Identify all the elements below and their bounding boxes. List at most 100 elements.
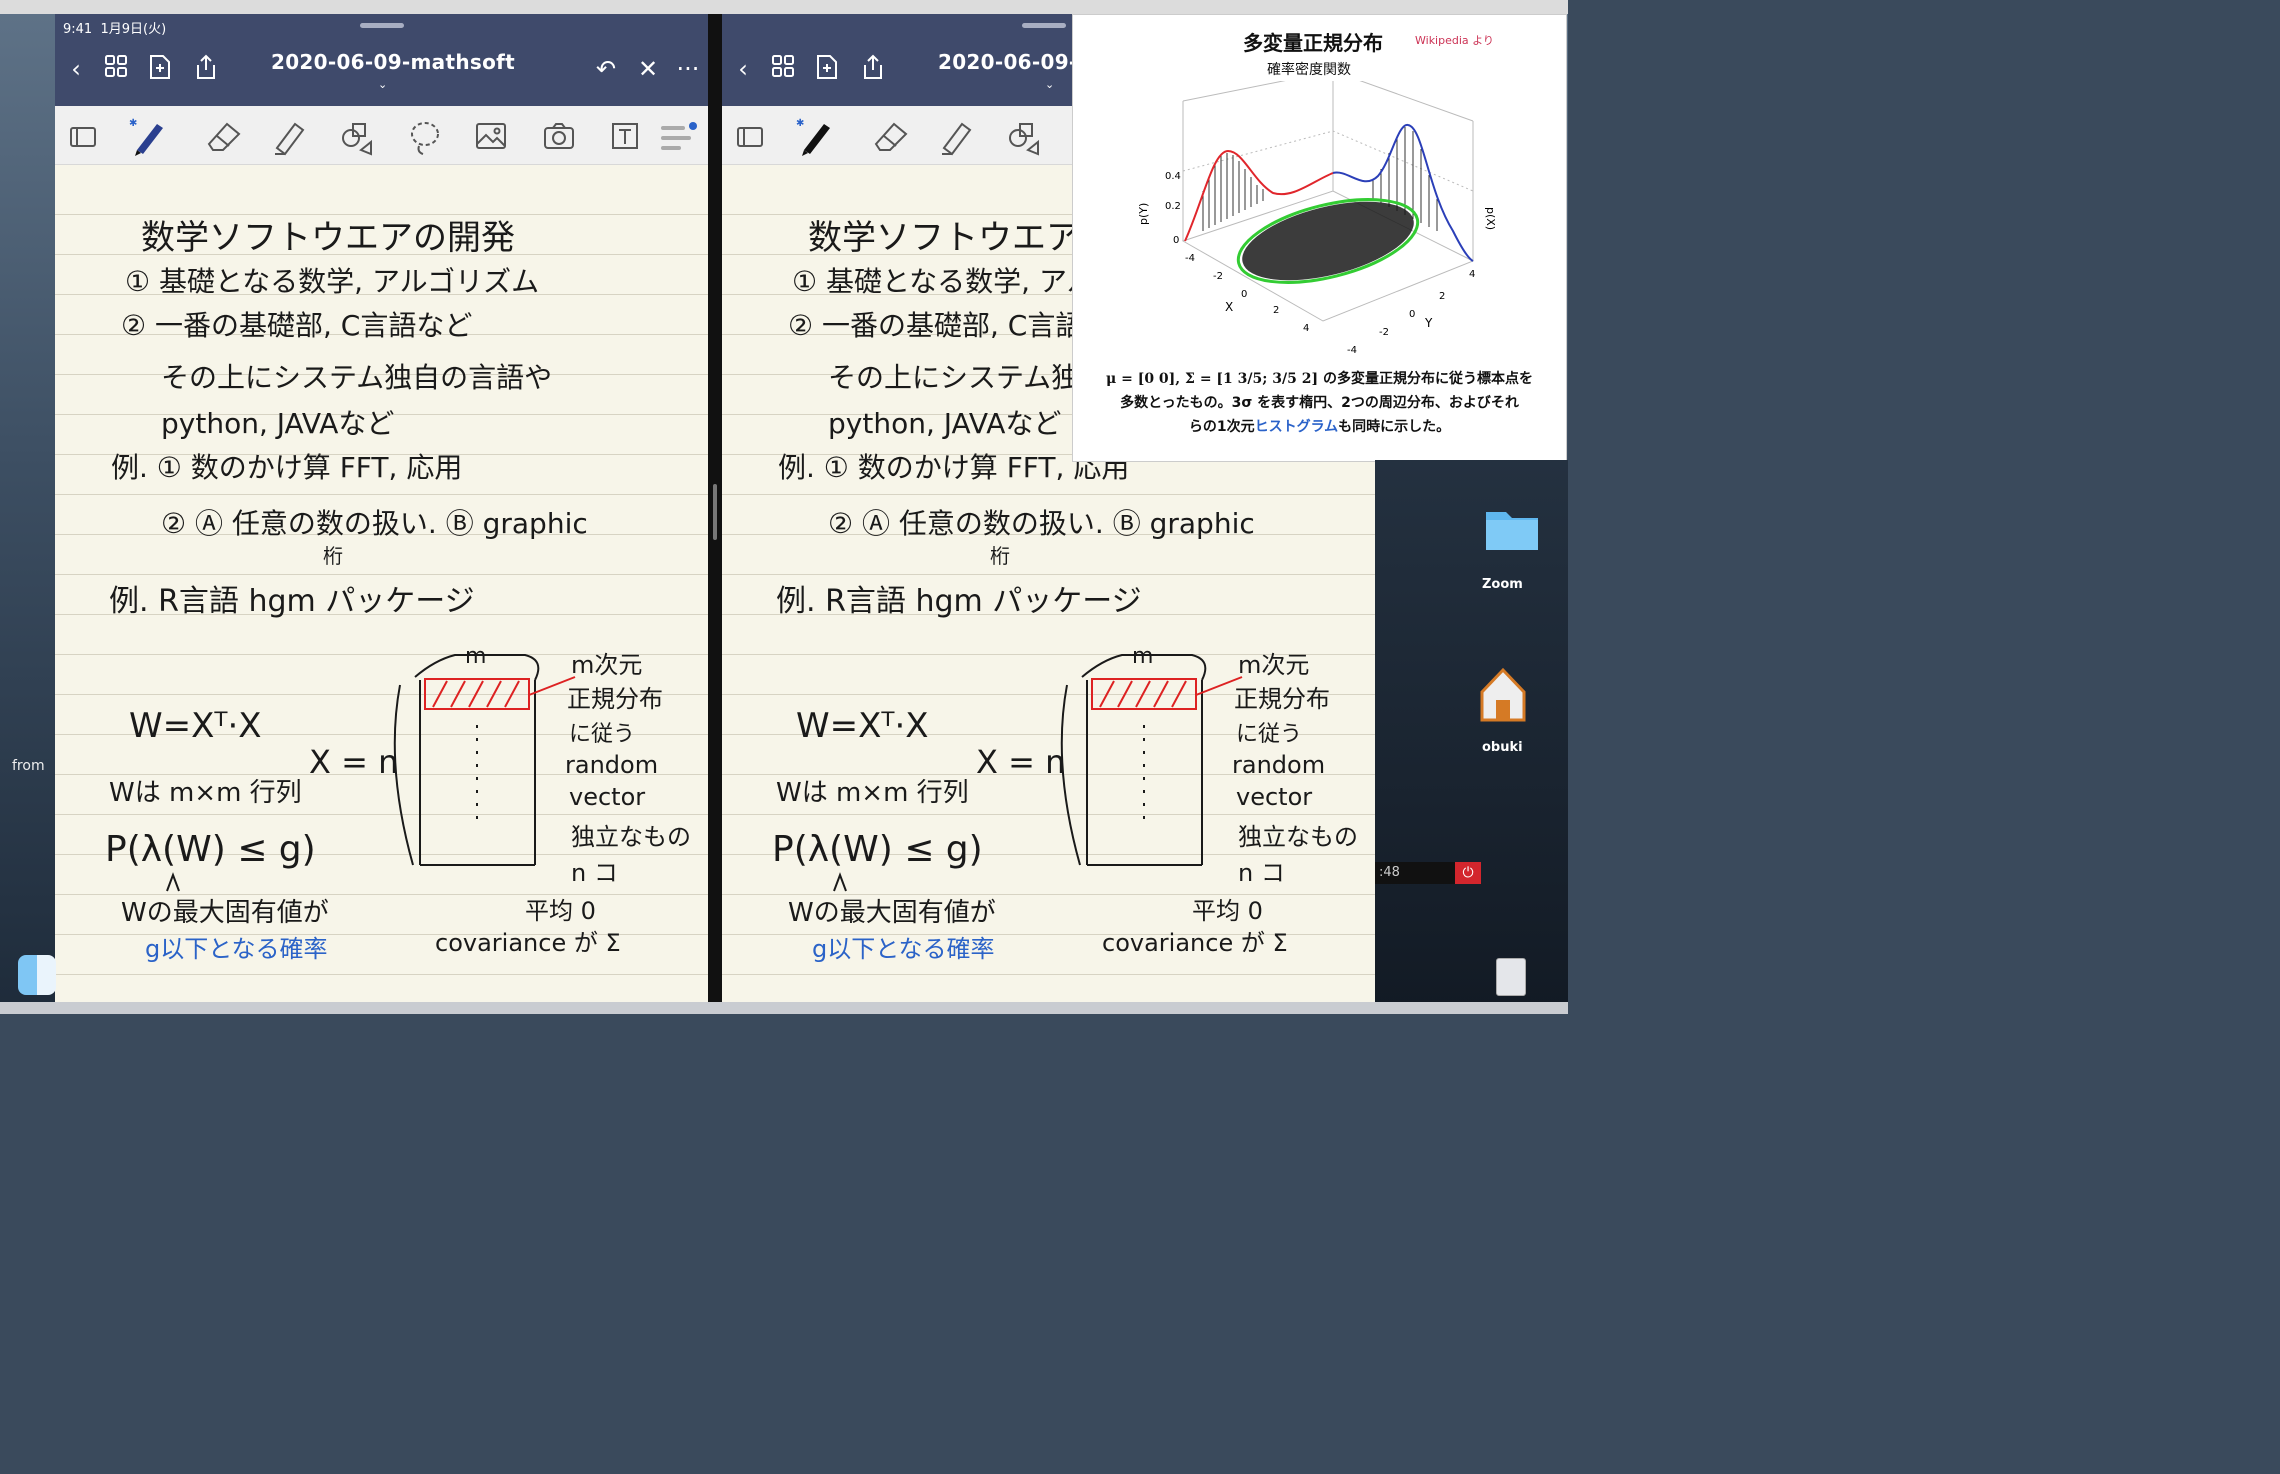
highlighter-icon[interactable] xyxy=(936,116,976,156)
read-mode-icon[interactable] xyxy=(63,116,103,156)
note-vector: vector xyxy=(1236,783,1312,811)
trash-icon[interactable] xyxy=(1496,958,1526,996)
eraser-icon[interactable] xyxy=(870,116,910,156)
x-tick-1: -2 xyxy=(1213,271,1223,282)
note-probability: P(λ(W) ≤ g) xyxy=(772,829,983,870)
figure-title: 多変量正規分布 xyxy=(1243,31,1383,55)
z-tick-0: 0.4 xyxy=(1165,171,1181,182)
histogram-x xyxy=(1202,153,1264,231)
figure-caption: μ = [0 0], Σ = [1 3/5; 3/5 2] の多変量正規分布に従… xyxy=(1083,367,1556,439)
share-icon[interactable] xyxy=(191,54,221,84)
multitask-grabber-right[interactable] xyxy=(1022,23,1066,28)
note-normal-dist: 正規分布 xyxy=(567,685,663,713)
lasso-icon[interactable] xyxy=(405,116,445,156)
note-covariance: covariance が Σ xyxy=(1102,929,1288,957)
histogram-link[interactable]: ヒストグラム xyxy=(1255,419,1339,435)
image-icon[interactable] xyxy=(471,116,511,156)
note-line-title: 数学ソフトウエアの開発 xyxy=(141,218,515,258)
back-icon[interactable]: ‹ xyxy=(728,54,758,84)
menu-bar xyxy=(0,0,1568,14)
apple-menu-icon[interactable] xyxy=(8,13,28,37)
y-tick-3: -2 xyxy=(1379,327,1389,338)
matrix-box xyxy=(419,680,536,866)
note-line-8: 例. R言語 hgm パッケージ xyxy=(776,584,1142,619)
note-line-6: ② Ⓐ 任意の数の扱い. Ⓑ graphic xyxy=(161,507,588,540)
document-title-right[interactable]: 2020-06-09- xyxy=(938,50,1078,74)
note-paper[interactable]: 数学ソフトウエアの開発 ① 基礎となる数学, アルゴリズム ② 一番の基礎部, … xyxy=(55,165,708,1002)
eigen-arrow xyxy=(166,872,180,892)
shapes-icon[interactable] xyxy=(337,116,377,156)
share-icon[interactable] xyxy=(858,54,888,84)
note-independent: 独立なもの xyxy=(1238,823,1358,851)
camera-icon[interactable] xyxy=(539,116,579,156)
add-page-icon[interactable] xyxy=(145,54,175,84)
y-tick-2: 0 xyxy=(1409,309,1415,320)
clock-widget: :48 xyxy=(1375,862,1455,884)
grid-view-icon[interactable] xyxy=(101,54,131,84)
caption-formula: μ = [0 0], Σ = [1 3/5; 3/5 2] xyxy=(1105,371,1319,387)
caption-line-3b: も同時に示した。 xyxy=(1338,419,1451,435)
undo-icon[interactable]: ↶ xyxy=(591,54,621,84)
svg-text:✱: ✱ xyxy=(796,118,804,129)
home-folder-icon[interactable] xyxy=(1478,664,1528,724)
back-icon[interactable]: ‹ xyxy=(61,54,91,84)
shapes-icon[interactable] xyxy=(1004,116,1044,156)
row-hatch xyxy=(432,680,520,708)
dock-label-obuki[interactable]: obuki xyxy=(1482,740,1523,755)
y-tick-0: 4 xyxy=(1469,269,1475,280)
y-tick-1: 2 xyxy=(1439,291,1445,302)
dock-label-zoom[interactable]: Zoom xyxy=(1482,577,1523,592)
title-chevron-icon[interactable]: ⌄ xyxy=(378,78,387,91)
status-time-date: 9:41 1月9日(火) xyxy=(63,18,166,37)
matrix-box xyxy=(1086,680,1203,866)
note-follows: に従う xyxy=(1236,722,1302,747)
status-bar: 9:41 1月9日(火) xyxy=(55,14,708,40)
notes-pane-left: 9:41 1月9日(火) ‹ 2020-06-09-mathsoft ⌄ ↶ ✕… xyxy=(55,14,708,1002)
z-tick-2: 0 xyxy=(1173,235,1179,246)
note-line-w-matrix: Wは m×m 行列 xyxy=(776,778,969,808)
figure-source[interactable]: Wikipedia より xyxy=(1415,32,1494,48)
power-icon[interactable]: ⏻ xyxy=(1455,862,1481,884)
grid-view-icon[interactable] xyxy=(768,54,798,84)
note-equation-w: W=Xᵀ·X xyxy=(129,706,262,746)
caption-line-3a: らの1次元 xyxy=(1188,419,1255,435)
wikipedia-figure-panel: 多変量正規分布 Wikipedia より 確率密度関数 p(Y) p(X) 0.… xyxy=(1072,14,1567,462)
drawing-toolbar: ✱ xyxy=(55,106,708,165)
note-random: random xyxy=(1232,751,1325,779)
pen-icon[interactable]: ✱ xyxy=(127,116,167,156)
more-icon[interactable]: ··· xyxy=(673,54,703,84)
document-title[interactable]: 2020-06-09-mathsoft xyxy=(271,50,515,74)
note-line-2: ② 一番の基礎部, C言語など xyxy=(121,309,472,342)
x-tick-2: 0 xyxy=(1241,289,1247,300)
add-page-icon[interactable] xyxy=(812,54,842,84)
multitask-grabber[interactable] xyxy=(360,23,404,28)
note-line-4: python, JAVAなど xyxy=(161,407,394,440)
eigen-arrow xyxy=(833,872,847,892)
note-matrix-m: m xyxy=(465,644,486,669)
text-box-icon[interactable] xyxy=(605,116,645,156)
svg-text:✱: ✱ xyxy=(129,118,137,129)
note-equation-w: W=Xᵀ·X xyxy=(796,706,929,746)
toolbar-more-icon[interactable] xyxy=(657,116,697,156)
note-max-eigen: Wの最大固有値が xyxy=(121,898,329,928)
note-line-5: 例. ① 数のかけ算 FFT, 応用 xyxy=(111,451,462,484)
row-hatch xyxy=(1099,680,1187,708)
axis-label-py: p(Y) xyxy=(1137,203,1150,225)
note-mean: 平均 0 xyxy=(525,897,596,925)
pen-icon[interactable]: ✱ xyxy=(794,116,834,156)
eraser-icon[interactable] xyxy=(203,116,243,156)
read-mode-icon[interactable] xyxy=(730,116,770,156)
folder-icon[interactable] xyxy=(1484,500,1540,556)
note-line-1: ① 基礎となる数学, アルゴリズム xyxy=(125,265,539,298)
note-normal-dist: 正規分布 xyxy=(1234,685,1330,713)
highlighter-icon[interactable] xyxy=(269,116,309,156)
close-icon[interactable]: ✕ xyxy=(633,54,663,84)
note-covariance: covariance が Σ xyxy=(435,929,621,957)
note-x-equals: X = n xyxy=(976,743,1065,781)
split-view-divider[interactable] xyxy=(713,484,717,540)
finder-icon[interactable] xyxy=(18,955,56,995)
note-prob-under-g: g以下となる確率 xyxy=(812,935,995,963)
x-tick-4: 4 xyxy=(1303,323,1309,334)
title-chevron-icon[interactable]: ⌄ xyxy=(1045,78,1054,91)
desktop-side-label: from xyxy=(12,758,45,774)
